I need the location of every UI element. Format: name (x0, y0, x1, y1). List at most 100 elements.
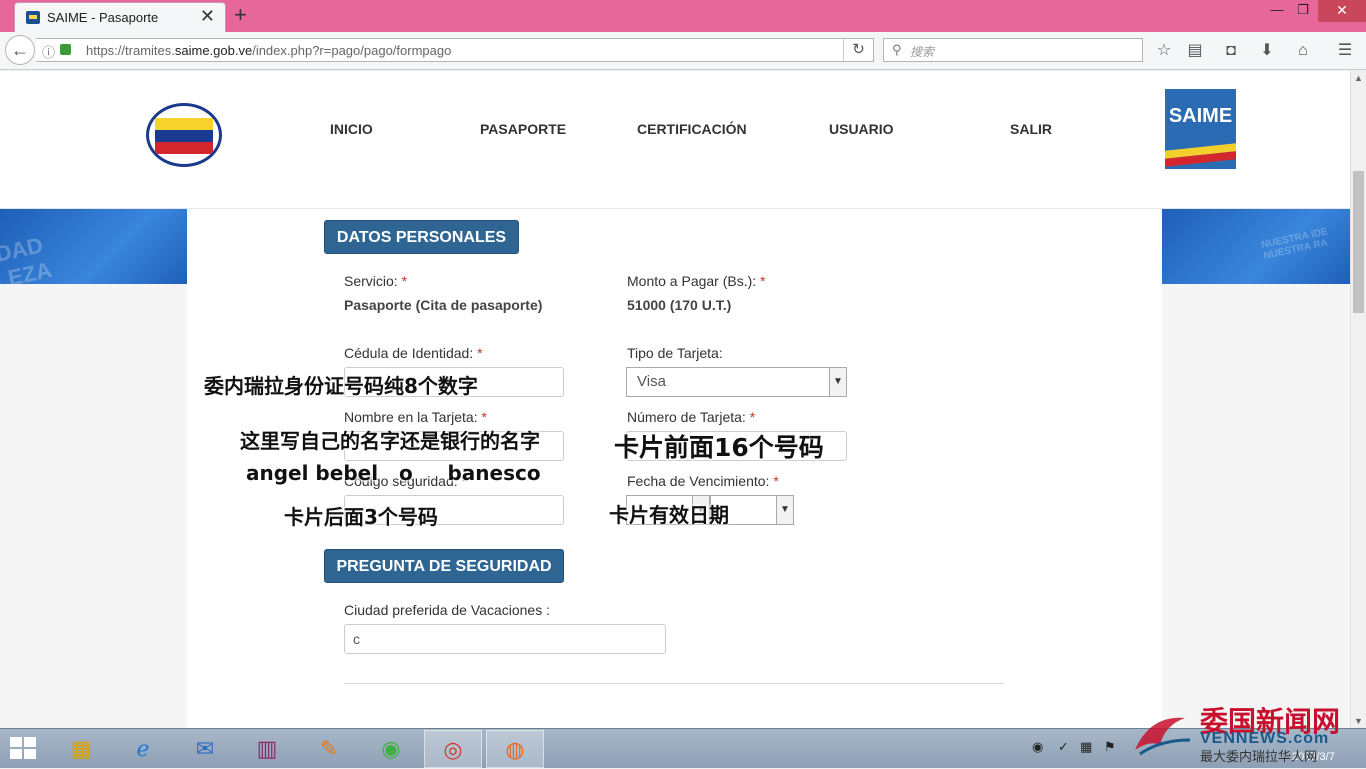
servicio-label: Servicio: * (344, 273, 407, 289)
annotation-numero: 卡片前面16个号码 (614, 433, 824, 462)
tipo-tarjeta-label: Tipo de Tarjeta: (627, 345, 723, 361)
ministry-seal-logo[interactable] (146, 103, 222, 167)
required-mark: * (773, 473, 779, 489)
flag-stripe-blue (155, 130, 213, 142)
browser-tab[interactable]: SAIME - Pasaporte ✕ (14, 2, 226, 32)
required-mark: * (749, 409, 756, 425)
menu-pasaporte[interactable]: PASAPORTE (480, 121, 566, 137)
lock-icon[interactable] (60, 44, 71, 55)
ciudad-label: Ciudad preferida de Vacaciones : (344, 602, 550, 618)
banner-left-text: IDAD LEZA (0, 232, 55, 284)
tab-title: SAIME - Pasaporte (47, 10, 159, 25)
annotation-nombre-example: angel bebel o banesco (246, 461, 541, 485)
monto-label-text: Monto a Pagar (Bs.): (627, 273, 757, 289)
tray-security-icon[interactable]: ✓ (1058, 739, 1069, 755)
winrar-icon[interactable]: ▥ (238, 730, 296, 768)
scroll-thumb[interactable] (1353, 171, 1364, 313)
chevron-down-icon[interactable]: ▼ (829, 368, 846, 396)
vertical-scrollbar[interactable]: ▲ ▼ (1350, 71, 1366, 728)
url-domain: saime.gob.ve (174, 43, 253, 58)
required-mark: * (481, 409, 487, 425)
reading-list-icon[interactable]: ▤ (1184, 40, 1206, 62)
monto-label: Monto a Pagar (Bs.): * (627, 273, 766, 289)
annotation-cedula: 委内瑞拉身份证号码纯8个数字 (204, 374, 478, 398)
vennews-logo-icon (1135, 717, 1191, 756)
required-mark: * (401, 273, 408, 289)
numero-label-text: Número de Tarjeta: (627, 409, 746, 425)
pocket-icon[interactable]: ◘ (1220, 40, 1242, 62)
tray-wechat-icon[interactable]: ◉ (1032, 739, 1043, 755)
annotation-codigo: 卡片后面3个号码 (284, 505, 438, 529)
menu-inicio[interactable]: INICIO (330, 121, 373, 137)
fecha-label: Fecha de Vencimiento: * (627, 473, 779, 489)
minimize-button[interactable]: — (1264, 2, 1290, 17)
menu-usuario[interactable]: USUARIO (829, 121, 894, 137)
url-prefix: https://tramites. (86, 43, 175, 58)
tray-apps-icon[interactable]: ▦ (1080, 739, 1092, 755)
tab-close-icon[interactable]: ✕ (200, 6, 215, 27)
ciudad-input[interactable]: c (344, 624, 666, 654)
form-divider (344, 683, 1004, 684)
section-datos-personales[interactable]: DATOS PERSONALES (324, 220, 519, 254)
tipo-tarjeta-select[interactable]: Visa ▼ (626, 367, 847, 397)
browser-tab-bar: SAIME - Pasaporte ✕ + — ❐ ✕ (0, 0, 1366, 32)
fecha-label-text: Fecha de Vencimiento: (627, 473, 770, 489)
scroll-up-icon[interactable]: ▲ (1354, 73, 1363, 83)
chrome-icon[interactable]: ◎ (424, 730, 482, 768)
restore-button[interactable]: ❐ (1290, 2, 1316, 18)
monto-value: 51000 (170 U.T.) (627, 297, 732, 313)
nombre-label-text: Nombre en la Tarjeta: (344, 409, 478, 425)
window-close-button[interactable]: ✕ (1318, 0, 1366, 22)
site-header: INICIO PASAPORTE CERTIFICACIÓN USUARIO S… (0, 71, 1350, 209)
file-explorer-icon[interactable]: ▦ (52, 730, 110, 768)
start-pane (10, 737, 22, 747)
download-icon[interactable]: ⬇ (1256, 40, 1278, 62)
cedula-label-text: Cédula de Identidad: (344, 345, 474, 361)
mail-app-icon[interactable]: ✉ (176, 730, 234, 768)
flag-stripe-red (155, 142, 213, 154)
url-text[interactable]: https://tramites.saime.gob.ve/index.php?… (86, 43, 451, 58)
banner-right-text: NUESTRA IDE NUESTRA RA (1260, 226, 1329, 262)
banner-left: IDAD LEZA (0, 209, 187, 284)
start-pane (24, 737, 36, 747)
required-mark: * (477, 345, 483, 361)
bookmark-star-icon[interactable]: ☆ (1153, 40, 1175, 62)
url-path: /index.php?r=pago/pago/formpago (252, 43, 452, 58)
search-icon: ⚲ (892, 42, 902, 57)
wechat-icon[interactable]: ◉ (362, 730, 420, 768)
annotation-nombre: 这里写自己的名字还是银行的名字 (240, 429, 540, 453)
windows-start-icon[interactable] (10, 737, 38, 761)
annotation-fecha: 卡片有效日期 (609, 503, 729, 527)
page-viewport: INICIO PASAPORTE CERTIFICACIÓN USUARIO S… (0, 71, 1350, 728)
vennews-watermark: 委国新闻网 VENNEWS.com 最大委内瑞拉华人网 (1130, 700, 1366, 768)
servicio-label-text: Servicio: (344, 273, 398, 289)
chevron-down-icon[interactable]: ▼ (776, 496, 793, 524)
info-icon[interactable]: ⓘ (42, 42, 55, 61)
banner-right: NUESTRA IDE NUESTRA RA (1162, 209, 1350, 284)
internet-explorer-icon[interactable]: ℯ (114, 730, 172, 768)
nombre-label: Nombre en la Tarjeta: * (344, 409, 487, 425)
cedula-label: Cédula de Identidad: * (344, 345, 483, 361)
search-placeholder: 搜索 (910, 45, 935, 59)
watermark-subtitle: 最大委内瑞拉华人网 (1200, 749, 1318, 764)
numero-label: Número de Tarjeta: * (627, 409, 755, 425)
search-bar[interactable]: ⚲ 搜索 (883, 38, 1143, 62)
new-tab-button[interactable]: + (234, 2, 247, 28)
browser-navigation-bar: ← ⓘ https://tramites.saime.gob.ve/index.… (0, 32, 1366, 70)
required-mark: * (760, 273, 766, 289)
section-pregunta-seguridad[interactable]: PREGUNTA DE SEGURIDAD (324, 549, 564, 583)
menu-certificacion[interactable]: CERTIFICACIÓN (637, 121, 747, 137)
url-bar[interactable]: ⓘ https://tramites.saime.gob.ve/index.ph… (36, 38, 874, 62)
firefox-icon[interactable]: ◍ (486, 730, 544, 768)
saime-logo[interactable]: SAIME (1165, 89, 1236, 169)
flag-stripe-yellow (155, 118, 213, 130)
menu-icon[interactable]: ☰ (1334, 40, 1356, 62)
tray-flag-icon[interactable]: ⚑ (1104, 739, 1116, 755)
saime-logo-text: SAIME (1168, 105, 1233, 127)
reload-icon[interactable]: ↻ (843, 39, 873, 61)
home-icon[interactable]: ⌂ (1292, 40, 1314, 62)
menu-salir[interactable]: SALIR (1010, 121, 1052, 137)
back-arrow-icon[interactable]: ← (5, 35, 35, 65)
paint-icon[interactable]: ✎ (300, 730, 358, 768)
saime-favicon-icon (26, 11, 40, 24)
